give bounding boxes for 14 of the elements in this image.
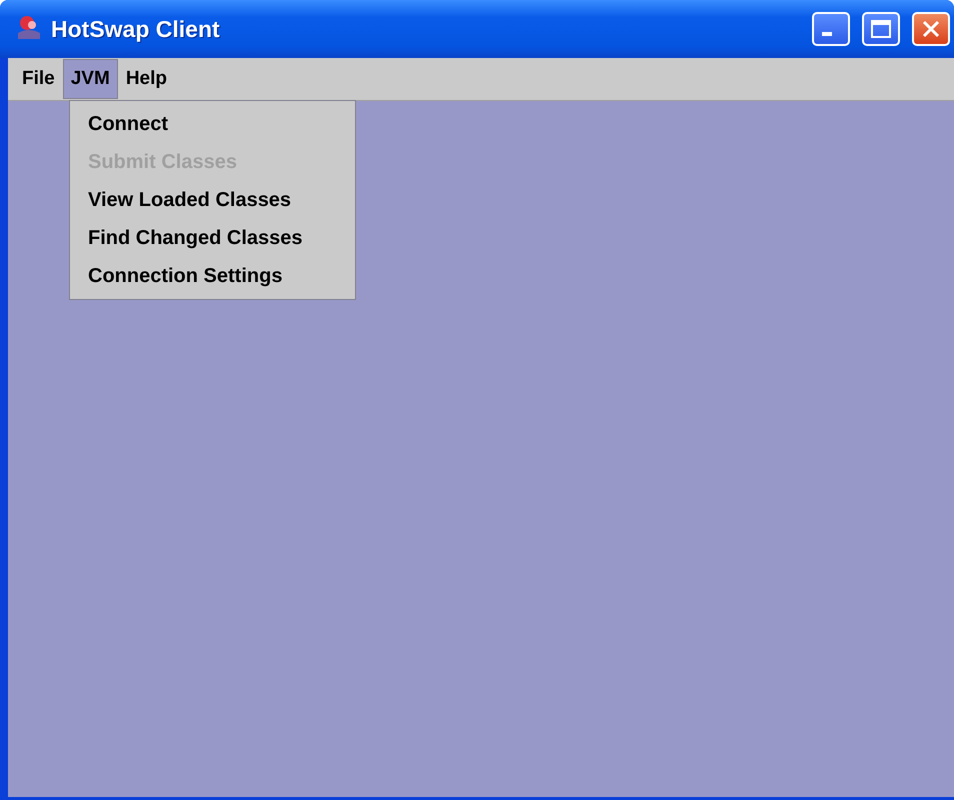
maximize-icon: [870, 19, 892, 39]
minimize-icon: [822, 32, 832, 36]
minimize-button[interactable]: [812, 12, 850, 46]
maximize-button[interactable]: [862, 12, 900, 46]
close-button[interactable]: [912, 12, 950, 46]
menu-item[interactable]: File: [14, 59, 63, 99]
menu-item[interactable]: JVM: [62, 59, 118, 99]
menu-entry[interactable]: Connection Settings: [70, 257, 355, 295]
menu-item[interactable]: Help: [118, 59, 175, 99]
window-title: HotSwap Client: [51, 16, 220, 42]
menu-entry[interactable]: Find Changed Classes: [70, 219, 355, 257]
menu-entry[interactable]: View Loaded Classes: [70, 181, 355, 219]
close-icon: [921, 19, 941, 39]
menu-entry[interactable]: Connect: [70, 105, 355, 143]
